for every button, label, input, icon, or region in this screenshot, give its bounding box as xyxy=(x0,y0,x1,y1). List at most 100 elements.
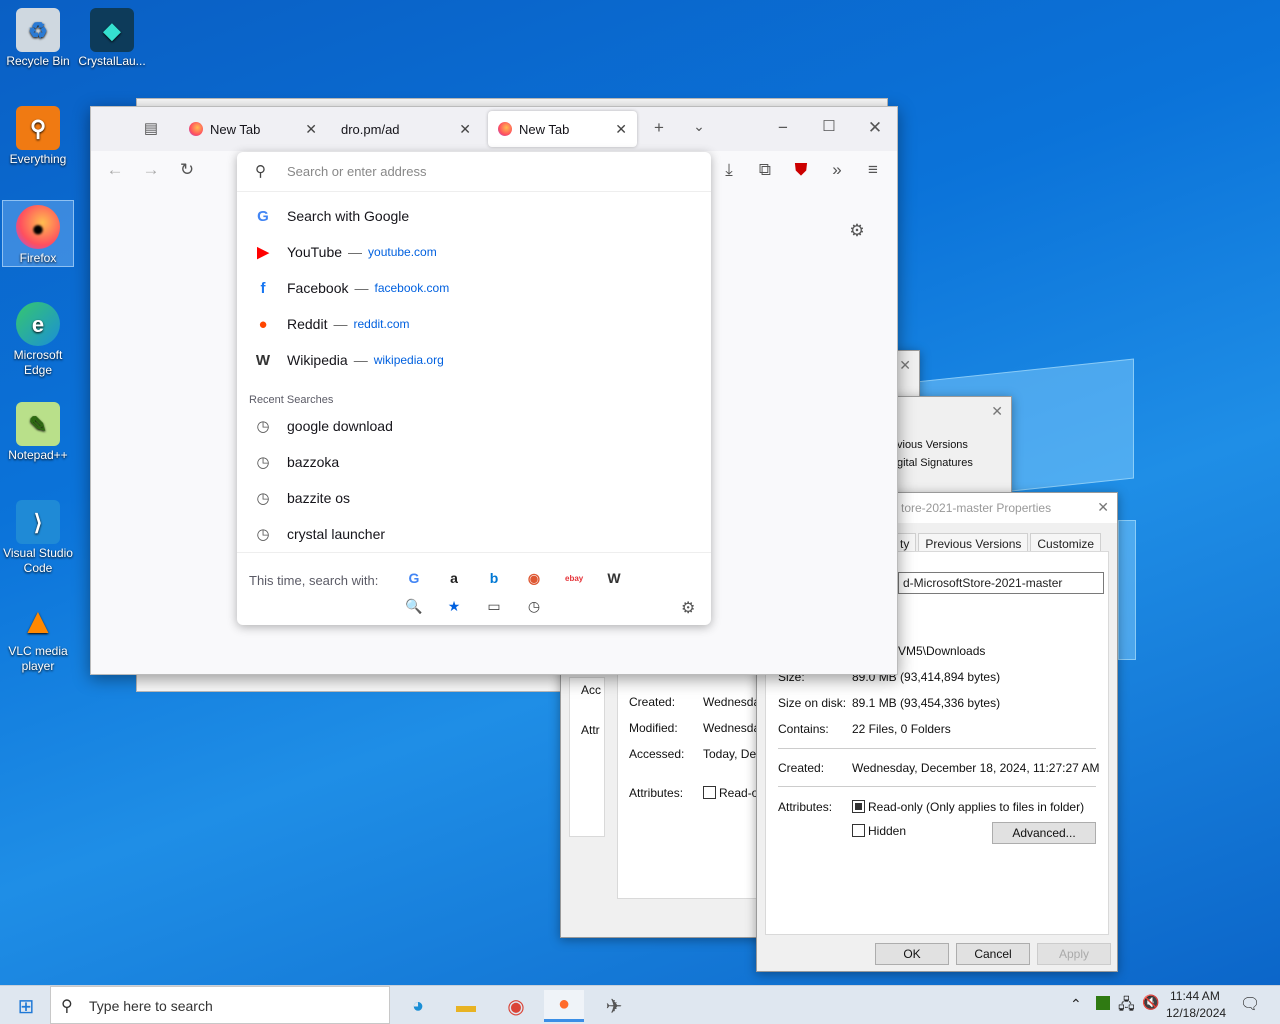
chrome-icon[interactable]: ◉ xyxy=(496,990,536,1022)
suggestion-row[interactable]: f Facebook — facebook.com xyxy=(237,270,711,306)
edge-taskbar-icon[interactable]: ◕ xyxy=(398,990,438,1022)
desktop-icon-label: CrystalLau... xyxy=(78,54,146,68)
maximize-icon[interactable]: ☐ xyxy=(817,117,841,135)
search-engine-4-icon[interactable]: ebay xyxy=(565,574,583,583)
close-icon[interactable]: ✕ xyxy=(991,403,1003,420)
google-icon: G xyxy=(257,207,269,225)
desktop-icon-vlc[interactable]: ▲ VLC media player xyxy=(2,594,74,674)
ok-button[interactable]: OK xyxy=(875,943,949,965)
advanced-button[interactable]: Advanced... xyxy=(992,822,1096,844)
search-engine-3-icon[interactable]: ◉ xyxy=(525,570,543,587)
checkbox-box[interactable] xyxy=(852,824,865,837)
overflow-chevrons-icon[interactable]: » xyxy=(825,160,849,180)
suggestion-url: youtube.com xyxy=(368,245,437,259)
recent-search-label: google download xyxy=(287,418,393,434)
search-engine-1-icon[interactable]: a xyxy=(445,570,463,586)
tab-label: New Tab xyxy=(210,121,261,137)
checkbox-box[interactable] xyxy=(703,786,716,799)
tab-previous-versions[interactable]: vious Versions xyxy=(897,439,968,451)
tab-dro-pm[interactable]: dro.pm/ad ✕ xyxy=(331,111,481,147)
close-icon[interactable]: ✕ xyxy=(459,121,471,138)
desktop-icon-crystal-launcher[interactable]: ◆ CrystalLau... xyxy=(76,4,148,69)
start-windows-icon[interactable]: ⊞ xyxy=(6,990,46,1022)
network-icon[interactable]: 🖧 xyxy=(1118,994,1135,1019)
history-clock-icon: ◷ xyxy=(256,526,270,543)
hidden-label: Hidden xyxy=(868,824,907,838)
readonly-checkbox[interactable]: Read-or xyxy=(703,786,762,800)
file-explorer-icon[interactable]: ▬ xyxy=(446,990,486,1022)
desktop-icon-everything[interactable]: ⚲ Everything xyxy=(2,102,74,167)
search-engine-2-icon[interactable]: b xyxy=(485,570,503,586)
desktop-icon-notepadpp[interactable]: ✎ Notepad++ xyxy=(2,398,74,463)
tab-digital-signatures[interactable]: gital Signatures xyxy=(897,457,973,469)
suggestion-row[interactable]: ▶ YouTube — youtube.com xyxy=(237,234,711,270)
desktop-icon-vscode[interactable]: ⟩ Visual Studio Code xyxy=(2,496,74,576)
desktop-icon-firefox[interactable]: ● Firefox xyxy=(2,200,74,267)
clock-date[interactable]: 12/18/2024 xyxy=(1166,1006,1226,1020)
ublock-shield-icon[interactable]: ⛊ xyxy=(789,160,813,180)
crystal-launcher-taskbar-icon[interactable]: ✈ xyxy=(594,990,634,1022)
search-mode-0-icon[interactable]: 🔍 xyxy=(405,598,423,615)
search-icon: ⚲ xyxy=(255,163,266,180)
created-label: Created: xyxy=(778,761,825,775)
cancel-button[interactable]: Cancel xyxy=(956,943,1030,965)
address-bar[interactable]: ⚲ Search or enter address xyxy=(237,152,711,192)
notification-icon[interactable]: 🗨 xyxy=(1240,994,1260,1014)
extensions-icon[interactable]: ⧉ xyxy=(753,160,777,180)
close-icon[interactable]: ✕ xyxy=(899,357,911,374)
tab-new-tab-active[interactable]: New Tab ✕ xyxy=(488,111,637,147)
suggestion-row[interactable]: ● Reddit — reddit.com xyxy=(237,306,711,342)
checkbox-box[interactable] xyxy=(852,800,865,813)
hamburger-menu-icon[interactable]: ≡ xyxy=(861,160,885,180)
wikipedia-icon: W xyxy=(255,351,271,369)
recent-search-row[interactable]: ◷ google download xyxy=(237,408,711,444)
hidden-checkbox[interactable]: Hidden xyxy=(852,824,906,838)
recent-search-row[interactable]: ◷ crystal launcher xyxy=(237,516,711,552)
recent-search-label: bazzoka xyxy=(287,454,340,470)
recycle-bin-icon: ♻ xyxy=(16,8,60,52)
vlc-icon: ▲ xyxy=(20,599,56,641)
history-clock-icon: ◷ xyxy=(256,490,270,507)
back-arrow-icon[interactable]: ← xyxy=(103,160,127,180)
apply-button[interactable]: Apply xyxy=(1037,943,1111,965)
desktop-icon-edge[interactable]: e Microsoft Edge xyxy=(2,298,74,378)
volume-muted-icon[interactable]: 🔇 xyxy=(1142,994,1159,1011)
address-bar-dropdown: ⚲ Search or enter address G Search with G… xyxy=(237,152,711,625)
close-icon[interactable]: ✕ xyxy=(1097,499,1109,516)
desktop-icon-label: Everything xyxy=(9,152,67,166)
search-engine-5-icon[interactable]: W xyxy=(605,570,623,586)
tab-new-tab-1[interactable]: New Tab ✕ xyxy=(179,111,327,147)
notepadpp-icon: ✎ xyxy=(16,402,60,446)
tray-chevron-up-icon[interactable]: ⌃ xyxy=(1070,996,1082,1013)
suggestion-row[interactable]: W Wikipedia — wikipedia.org xyxy=(237,342,711,378)
suggestion-row[interactable]: G Search with Google xyxy=(237,198,711,234)
page-settings-gear-icon[interactable]: ⚙ xyxy=(845,221,869,241)
new-tab-plus-icon[interactable]: + xyxy=(647,118,671,138)
desktop-icon-recycle-bin[interactable]: ♻ Recycle Bin xyxy=(2,4,74,69)
close-icon[interactable]: ✕ xyxy=(615,121,627,138)
minimize-icon[interactable]: − xyxy=(771,118,795,138)
forward-arrow-icon[interactable]: → xyxy=(139,160,163,180)
search-settings-gear-icon[interactable]: ⚙ xyxy=(681,598,695,618)
readonly-checkbox[interactable]: Read-only (Only applies to files in fold… xyxy=(852,800,1084,814)
close-icon[interactable]: ✕ xyxy=(305,121,317,138)
taskbar: ⊞ ⚲ Type here to search ◕ ▬ ◉ ● ✈ ⌃ 🖧 🔇 … xyxy=(0,985,1280,1024)
firefox-icon xyxy=(498,122,512,136)
chevron-down-icon[interactable]: ⌄ xyxy=(687,118,711,135)
search-mode-1-icon[interactable]: ★ xyxy=(445,598,463,615)
taskbar-search-box[interactable]: ⚲ Type here to search xyxy=(50,986,390,1024)
search-engine-0-icon[interactable]: G xyxy=(405,570,423,586)
clock-time[interactable]: 11:44 AM xyxy=(1170,989,1220,1003)
recent-search-row[interactable]: ◷ bazzite os xyxy=(237,480,711,516)
tab-list-icon[interactable]: ▤ xyxy=(139,119,163,137)
reddit-icon: ● xyxy=(258,315,268,333)
firefox-taskbar-icon[interactable]: ● xyxy=(544,990,584,1022)
reload-icon[interactable]: ↻ xyxy=(175,160,199,180)
nvidia-tray-icon[interactable] xyxy=(1096,996,1110,1010)
recent-search-row[interactable]: ◷ bazzoka xyxy=(237,444,711,480)
search-mode-3-icon[interactable]: ◷ xyxy=(525,598,543,615)
download-icon[interactable]: ⤓ xyxy=(717,160,741,180)
folder-name-field[interactable]: d-MicrosoftStore-2021-master xyxy=(898,572,1104,594)
search-mode-2-icon[interactable]: ▭ xyxy=(485,598,503,615)
close-window-icon[interactable]: ✕ xyxy=(863,118,887,138)
